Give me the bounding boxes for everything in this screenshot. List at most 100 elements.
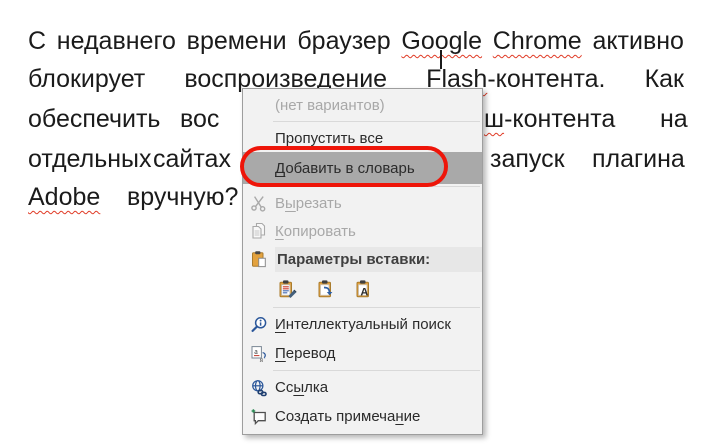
document-word: С [28,26,46,58]
no-icon [247,158,271,178]
menu-item-label: Вырезать [275,195,342,212]
menu-separator [273,370,480,371]
paste-options-row: A [243,273,482,305]
label-text: Создать примеча [275,408,396,425]
menu-item-link[interactable]: Ссылка [243,373,482,402]
document-text-fragment: вос [180,104,219,134]
menu-item-new-comment[interactable]: Создать примечание [243,402,482,431]
label-text: лка [304,379,329,396]
label-text: Пропус [275,129,326,147]
document-text-fragment: обеспечить [28,104,160,134]
menu-item-label: Перевод [275,345,335,362]
word-part: С [28,27,47,55]
document-text-fragment: Adobe [28,182,100,212]
label-text: резать [295,194,342,212]
document-text-fragment: запуск [490,144,565,174]
paste-keep-source-formatting-button[interactable] [277,278,299,300]
menu-item-ignore-all[interactable]: Пропустить все [243,124,482,152]
menu-item-paste-options-header: Параметры вставки: [243,245,482,273]
word-part: активно [592,27,684,55]
copy-icon [247,221,271,241]
paste-icon [247,249,271,269]
menu-separator [273,121,480,122]
accelerator-letter: н [395,408,404,425]
document-word: Chrome [493,26,582,58]
word-part: блокирует [28,65,146,93]
word-part: времени [186,27,287,55]
document-word: Google [401,26,482,58]
word-part: вос [180,105,220,133]
label-text: В [275,194,286,212]
scissors-icon [247,193,271,213]
label-text: обавить в словарь [285,159,415,177]
label-text: Сс [275,379,294,396]
misspelled-word: Google [401,27,483,55]
label-text: нтеллектуальный поиск [285,316,451,333]
menu-item-label: Интеллектуальный поиск [275,316,451,333]
menu-item-label: Параметры вставки: [275,246,482,272]
menu-separator [273,186,480,187]
label-text: ие [403,408,421,425]
context-menu: (нет вариантов) Пропустить все Добавить в … [242,88,483,435]
word-part: на [660,105,688,133]
word-part: сайтах [153,145,231,173]
menu-item-no-suggestions: (нет вариантов) [243,91,482,119]
text-cursor [440,50,442,69]
document-text-fragment: на [660,104,688,134]
label-text: ить все [332,129,384,147]
word-part: -контента [504,105,616,133]
menu-item-add-to-dictionary[interactable]: Добавить в словарь [243,152,482,184]
misspelled-word: Chrome [492,27,582,55]
accelerator-letter: И [275,316,286,333]
accelerator-letter: ы [285,194,296,212]
menu-item-cut[interactable]: Вырезать [243,189,482,217]
document-text-fragment: ш-контента [484,104,615,134]
svg-text:a: a [254,347,258,356]
paste-keep-source-formatting-icon [276,279,300,299]
word-part: запуск [490,145,565,173]
document-word: активно [592,26,684,58]
no-icon [247,95,271,115]
word-part: вручную? [127,183,239,211]
menu-item-label: Пропустить все [275,130,383,147]
document-word: недавнего [57,26,176,58]
menu-item-label: Создать примечание [275,408,420,425]
document-line: Снедавнего времени браузер Google Chrome акти… [28,26,684,58]
document-text-fragment: отдельных [28,144,152,174]
word-part: браузер [297,27,391,55]
document-text-fragment: сайтах [153,144,231,174]
paste-merge-formatting-icon [314,279,338,299]
menu-item-copy[interactable]: Копировать [243,217,482,245]
menu-item-label: Копировать [275,223,356,240]
word-part: недавнего [56,27,176,55]
word-part: Как [644,65,684,93]
translate-icon: aя [247,344,271,364]
word-document-page: Снедавнего времени браузер Google Chrome акти… [0,0,709,447]
document-text-fragment: плагина [592,144,685,174]
accelerator-letter: К [275,222,284,240]
menu-separator [273,307,480,308]
document-word: времени [187,26,287,58]
menu-item-smart-lookup[interactable]: Интеллектуальный поиск [243,310,482,339]
document-word: блокирует [28,64,145,96]
document-text-fragment: вручную? [127,182,238,212]
menu-item-translate[interactable]: a я Перевод [243,339,482,368]
document-word: Как [645,64,684,96]
paste-keep-text-only-button[interactable]: A [353,278,375,300]
accelerator-letter: Д [275,159,286,177]
accelerator-letter: ы [293,379,305,396]
menu-item-label: Ссылка [275,379,328,396]
word-part: отдельных [28,145,152,173]
word-part: плагина [592,145,685,173]
smart-lookup-icon [247,315,271,335]
word-part: -контента. [487,65,606,93]
label-text: еревод [285,345,336,362]
misspelled-word: ш [484,105,505,133]
paste-merge-formatting-button[interactable] [315,278,337,300]
menu-item-label: Добавить в словарь [275,160,415,177]
label-text: (нет вариантов) [275,96,385,114]
menu-item-label: (нет вариантов) [275,97,385,114]
comment-icon [247,407,271,427]
no-icon [247,128,271,148]
label-text: Параметры вставки: [277,250,431,268]
